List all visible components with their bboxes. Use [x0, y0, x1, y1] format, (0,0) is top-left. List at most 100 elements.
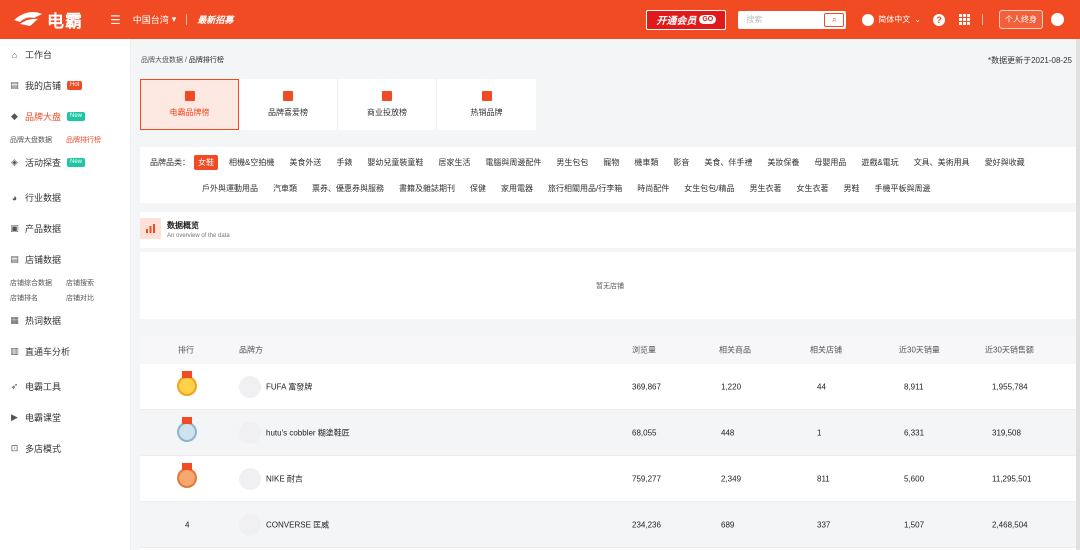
- hot-badge: Hot: [67, 81, 83, 90]
- new-badge: New: [67, 112, 86, 121]
- category-chip[interactable]: 男鞋: [839, 181, 863, 196]
- language-select[interactable]: 简体中文 ⌄: [862, 13, 921, 26]
- header-sales30[interactable]: 近30天销量: [899, 344, 940, 355]
- sidebar-item-industry[interactable]: ◕ 行业数据: [0, 182, 130, 213]
- update-date: *数据更新于2021-08-25: [987, 56, 1072, 65]
- category-filter: 品牌品类： 女鞋 相機&空拍機 美食外送 手錶 嬰幼兒童裝童鞋 居家生活 電腦與周邊配件 男生…: [140, 147, 1080, 203]
- sidebar-subitem-store-rank[interactable]: 店铺排名: [10, 293, 66, 303]
- header-products[interactable]: 相关商品: [719, 344, 751, 355]
- table-row[interactable]: FUFA 富發牌 369,867 1,220 44 8,911 1,955,784: [140, 364, 1080, 410]
- scrollbar[interactable]: [1076, 39, 1080, 550]
- breadcrumb-parent[interactable]: 品牌大盘数据 /: [141, 57, 187, 64]
- category-chip[interactable]: 文具、美術用具: [910, 155, 974, 170]
- sidebar-item-my-store[interactable]: ▤ 我的店铺 Hot: [0, 70, 130, 101]
- apps-grid-icon[interactable]: [959, 14, 970, 25]
- tab-hot-brands[interactable]: 热销品牌: [437, 79, 536, 130]
- category-chip[interactable]: 家用電器: [497, 181, 537, 196]
- category-chip[interactable]: 寵物: [599, 155, 623, 170]
- category-chip[interactable]: 遊戲&電玩: [857, 155, 902, 170]
- category-chip[interactable]: 時尚配件: [633, 181, 673, 196]
- sidebar-item-multi-store[interactable]: ⊡ 多店模式: [0, 433, 130, 464]
- overview-chart-icon: [140, 218, 161, 239]
- search-icon[interactable]: ⌕: [824, 12, 845, 27]
- sidebar-subitem-brand-data[interactable]: 品牌大盘数据: [10, 135, 66, 145]
- logo[interactable]: 电霸: [12, 7, 98, 32]
- table-row[interactable]: 4 CONVERSE 匡威 234,236 689 337 1,507 2,468,504: [140, 502, 1080, 548]
- region-select[interactable]: 中国台湾 ▾: [133, 13, 177, 26]
- sidebar-item-classroom[interactable]: ▶ 电霸课堂: [0, 402, 130, 433]
- category-chip[interactable]: 手機平板與周邊: [870, 181, 934, 196]
- breadcrumb: 品牌大盘数据 / 品牌排行榜: [141, 55, 224, 65]
- sidebar-item-product[interactable]: ▣ 产品数据: [0, 213, 130, 244]
- category-chip[interactable]: 美食、伴手禮: [700, 155, 756, 170]
- sidebar-item-activity[interactable]: ◈ 活动探查 New: [0, 147, 130, 178]
- brand-name[interactable]: hutu's cobbler 糊塗鞋匠: [266, 427, 350, 438]
- cell-stores: 337: [817, 520, 831, 529]
- category-label: 品牌品类：: [150, 158, 190, 167]
- vip-button[interactable]: 开通会员 GO: [646, 9, 727, 30]
- brand-name[interactable]: CONVERSE 匡威: [266, 519, 329, 530]
- category-chip[interactable]: 相機&空拍機: [225, 155, 278, 170]
- header-revenue30[interactable]: 近30天销售额: [985, 344, 1034, 355]
- category-chip[interactable]: 電腦與周邊配件: [481, 155, 545, 170]
- brand-name[interactable]: FUFA 富發牌: [266, 381, 312, 392]
- region-label: 中国台湾: [132, 15, 169, 25]
- language-label: 简体中文: [878, 15, 911, 24]
- category-chip[interactable]: 愛好與收藏: [981, 155, 1029, 170]
- category-chip[interactable]: 母嬰用品: [810, 155, 850, 170]
- promo-link[interactable]: 最新招募: [197, 13, 233, 26]
- sidebar-item-brand-overview[interactable]: ◆ 品牌大盘 New: [0, 101, 130, 132]
- sidebar-item-hotwords[interactable]: ▦ 热词数据: [0, 305, 130, 336]
- category-chip[interactable]: 居家生活: [434, 155, 474, 170]
- sidebar-item-ads-analysis[interactable]: ▥ 直通车分析: [0, 336, 130, 367]
- menu-icon[interactable]: ☰: [110, 13, 121, 27]
- sidebar-item-store[interactable]: ▤ 店铺数据: [0, 244, 130, 275]
- sidebar-subitem-brand-ranking[interactable]: 品牌排行榜: [66, 135, 122, 145]
- table-row[interactable]: hutu's cobbler 糊塗鞋匠 68,055 448 1 6,331 319,50…: [140, 410, 1080, 456]
- cell-sales30: 6,331: [904, 428, 925, 437]
- user-avatar-icon[interactable]: [1051, 13, 1064, 26]
- brand-name[interactable]: NIKE 耐吉: [266, 473, 303, 484]
- category-chip[interactable]: 男生包包: [552, 155, 592, 170]
- sidebar-item-workbench[interactable]: ⌂ 工作台: [0, 39, 130, 70]
- caret-down-icon: ▾: [171, 14, 177, 24]
- header-rank[interactable]: 排行: [178, 344, 194, 355]
- sidebar-item-tools[interactable]: ➶ 电霸工具: [0, 371, 130, 402]
- brand-ranking-table: 排行 品牌方 浏览量 相关商品 相关店铺 近30天销量 近30天销售额 FUFA…: [140, 335, 1080, 550]
- tab-brand-favorite[interactable]: 品牌喜爱榜: [239, 79, 338, 130]
- overview-subtitle: An overview of the data: [167, 233, 230, 239]
- category-chip[interactable]: 影音: [669, 155, 693, 170]
- search-input[interactable]: 搜索: [738, 14, 824, 25]
- category-chip[interactable]: 書籍及雜誌期刊: [395, 181, 459, 196]
- category-chip[interactable]: 票券、優惠券與服務: [308, 181, 388, 196]
- cell-products: 448: [721, 428, 735, 437]
- category-chip[interactable]: 汽車類: [269, 181, 301, 196]
- category-chip[interactable]: 美妝保養: [763, 155, 803, 170]
- category-chip[interactable]: 女生包包/精品: [680, 181, 738, 196]
- tab-commercial-ads[interactable]: 商业投放榜: [338, 79, 437, 130]
- sidebar-subitem-store-overall[interactable]: 店铺综合数据: [10, 278, 66, 288]
- search-box[interactable]: 搜索 ⌕: [738, 10, 847, 29]
- sidebar-subitem-store-search[interactable]: 店铺搜索: [66, 278, 122, 288]
- header-brand[interactable]: 品牌方: [239, 344, 263, 355]
- category-chip[interactable]: 戶外與運動用品: [198, 181, 262, 196]
- category-chip[interactable]: 手錶: [332, 155, 356, 170]
- category-chip[interactable]: 嬰幼兒童裝童鞋: [363, 155, 427, 170]
- category-chip[interactable]: 女生衣著: [792, 181, 832, 196]
- tab-brand-ranking[interactable]: 电霸品牌榜: [140, 79, 239, 130]
- sidebar-subitem-store-compare[interactable]: 店铺对比: [66, 293, 122, 303]
- category-chip[interactable]: 機車類: [630, 155, 662, 170]
- brand-logo: [239, 514, 261, 536]
- category-chip[interactable]: 男生衣著: [745, 181, 785, 196]
- category-chip[interactable]: 保健: [466, 181, 490, 196]
- category-chip[interactable]: 女鞋: [194, 155, 218, 170]
- header-views[interactable]: 浏览量: [632, 344, 656, 355]
- category-chip[interactable]: 美食外送: [285, 155, 325, 170]
- category-chip[interactable]: 旅行相關用品/行李箱: [544, 181, 626, 196]
- sidebar-item-label: 电霸工具: [25, 382, 62, 392]
- help-icon[interactable]: ?: [933, 13, 945, 26]
- table-row[interactable]: NIKE 耐吉 759,277 2,349 811 5,600 11,295,501: [140, 456, 1080, 502]
- header-stores[interactable]: 相关店铺: [810, 344, 842, 355]
- cell-views: 759,277: [632, 474, 661, 483]
- personal-plan-badge[interactable]: 个人终身: [999, 10, 1043, 29]
